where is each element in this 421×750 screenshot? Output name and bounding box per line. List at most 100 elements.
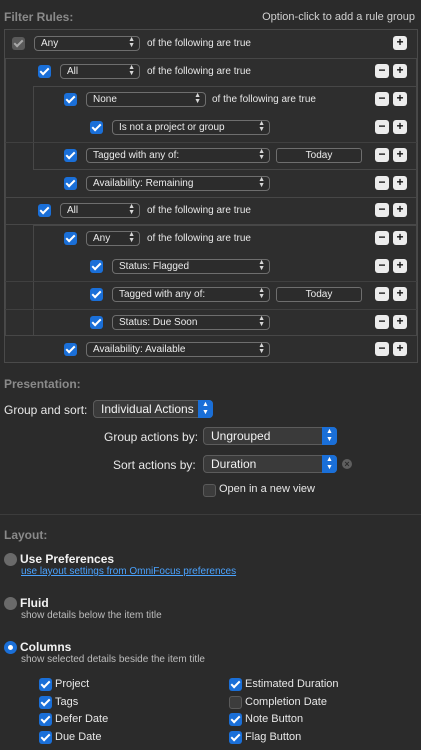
group-and-sort-popup[interactable]: Individual Actions ▲ ▼ [93, 400, 213, 418]
divider [5, 281, 417, 282]
sort-actions-popup[interactable]: Duration ▲ ▼ [203, 455, 337, 473]
group-actions-label: Group actions by: [104, 430, 199, 444]
remove-rule-button[interactable]: − [375, 148, 389, 162]
add-rule-button[interactable]: + [393, 315, 407, 329]
popup-arrows-icon: ▲ ▼ [128, 36, 135, 49]
popup-arrows-icon: ▲ ▼ [258, 315, 265, 328]
column-estimated-duration-checkbox[interactable] [229, 678, 242, 691]
remove-rule-button[interactable]: − [375, 231, 389, 245]
popup-arrows-icon: ▲ ▼ [198, 400, 213, 418]
rule-any-popup[interactable]: Any ▲ ▼ [86, 231, 140, 246]
rule-tagged-popup[interactable]: Tagged with any of: ▲ ▼ [112, 287, 270, 302]
rule-all-popup[interactable]: All ▲ ▼ [60, 203, 140, 218]
rule-root-checkbox[interactable] [12, 37, 25, 50]
rule-not-project-checkbox[interactable] [90, 121, 103, 134]
popup-arrows-icon: ▲ ▼ [258, 259, 265, 272]
rule-availability-checkbox[interactable] [64, 177, 77, 190]
add-rule-button[interactable]: + [393, 176, 407, 190]
remove-rule-button[interactable]: − [375, 315, 389, 329]
rule-all-checkbox[interactable] [38, 65, 51, 78]
add-rule-button[interactable]: + [393, 203, 407, 217]
use-preferences-link[interactable]: use layout settings from OmniFocus prefe… [21, 566, 236, 577]
add-rule-button[interactable]: + [393, 36, 407, 50]
rule-none-popup[interactable]: None ▲ ▼ [86, 92, 206, 107]
rule-due-soon-popup[interactable]: Status: Due Soon ▲ ▼ [112, 315, 270, 330]
columns-title: Columns [20, 640, 72, 654]
rule-any-checkbox[interactable] [64, 232, 77, 245]
tag-field[interactable]: Today [276, 148, 362, 163]
column-tags-checkbox[interactable] [39, 696, 52, 709]
rule-all-checkbox[interactable] [38, 204, 51, 217]
remove-rule-button[interactable]: − [375, 203, 389, 217]
tag-field[interactable]: Today [276, 287, 362, 302]
rule-all-text: of the following are true [147, 66, 251, 77]
popup-value: Is not a project or group [119, 122, 225, 133]
popup-value: None [93, 94, 117, 105]
remove-rule-button[interactable]: − [375, 259, 389, 273]
column-flag-button-checkbox[interactable] [229, 731, 242, 744]
add-rule-button[interactable]: + [393, 342, 407, 356]
rule-tagged-checkbox[interactable] [64, 149, 77, 162]
column-note-button-checkbox[interactable] [229, 713, 242, 726]
remove-rule-button[interactable]: − [375, 92, 389, 106]
rule-availability-popup[interactable]: Availability: Remaining ▲ ▼ [86, 176, 270, 191]
clear-sort-icon[interactable]: × [342, 459, 352, 469]
open-new-view-label: Open in a new view [219, 483, 315, 495]
add-rule-button[interactable]: + [393, 231, 407, 245]
popup-value: Duration [211, 457, 257, 471]
fluid-radio[interactable] [4, 597, 17, 610]
presentation-title: Presentation: [4, 377, 81, 391]
rule-tagged-popup[interactable]: Tagged with any of: ▲ ▼ [86, 148, 270, 163]
column-due-date-checkbox[interactable] [39, 731, 52, 744]
popup-arrows-icon: ▲ ▼ [258, 287, 265, 300]
popup-value: Availability: Remaining [93, 178, 194, 189]
rule-not-project-popup[interactable]: Is not a project or group ▲ ▼ [112, 120, 270, 135]
remove-rule-button[interactable]: − [375, 342, 389, 356]
remove-rule-button[interactable]: − [375, 120, 389, 134]
add-rule-button[interactable]: + [393, 64, 407, 78]
column-completion-date-checkbox[interactable] [229, 696, 242, 709]
column-due-date-label: Due Date [55, 731, 102, 743]
column-completion-date-label: Completion Date [245, 696, 327, 708]
add-rule-button[interactable]: + [393, 148, 407, 162]
popup-value: Tagged with any of: [93, 150, 180, 161]
rule-flagged-checkbox[interactable] [90, 260, 103, 273]
rule-none-checkbox[interactable] [64, 93, 77, 106]
column-defer-date-label: Defer Date [55, 713, 109, 725]
popup-arrows-icon: ▲ ▼ [128, 64, 135, 77]
columns-subtitle: show selected details beside the item ti… [21, 654, 205, 665]
group-and-sort-label: Group and sort: [4, 403, 88, 417]
column-project-checkbox[interactable] [39, 678, 52, 691]
popup-arrows-icon: ▲ ▼ [258, 148, 265, 161]
columns-radio[interactable] [4, 641, 17, 654]
add-rule-button[interactable]: + [393, 287, 407, 301]
rule-root-text: of the following are true [147, 38, 251, 49]
remove-rule-button[interactable]: − [375, 176, 389, 190]
open-new-view-checkbox[interactable] [203, 484, 216, 497]
column-tags-label: Tags [55, 696, 79, 708]
rule-due-soon-checkbox[interactable] [90, 316, 103, 329]
rule-all-popup[interactable]: All ▲ ▼ [60, 64, 140, 79]
add-rule-button[interactable]: + [393, 92, 407, 106]
rule-root-popup[interactable]: Any ▲ ▼ [34, 36, 140, 51]
rule-none-text: of the following are true [212, 94, 316, 105]
use-preferences-radio[interactable] [4, 553, 17, 566]
rule-any-text: of the following are true [147, 233, 251, 244]
column-note-button-label: Note Button [245, 713, 304, 725]
popup-arrows-icon: ▲ ▼ [128, 231, 135, 244]
remove-rule-button[interactable]: − [375, 287, 389, 301]
sort-actions-label: Sort actions by: [113, 458, 196, 472]
remove-rule-button[interactable]: − [375, 64, 389, 78]
group-actions-popup[interactable]: Ungrouped ▲ ▼ [203, 427, 337, 445]
add-rule-button[interactable]: + [393, 259, 407, 273]
popup-arrows-icon: ▲ ▼ [258, 342, 265, 355]
column-defer-date-checkbox[interactable] [39, 713, 52, 726]
popup-arrows-icon: ▲ ▼ [128, 203, 135, 216]
rule-flagged-popup[interactable]: Status: Flagged ▲ ▼ [112, 259, 270, 274]
popup-value: Availability: Available [93, 344, 186, 355]
column-flag-button-label: Flag Button [245, 731, 302, 743]
rule-tagged-checkbox[interactable] [90, 288, 103, 301]
add-rule-button[interactable]: + [393, 120, 407, 134]
rule-available-popup[interactable]: Availability: Available ▲ ▼ [86, 342, 270, 357]
rule-available-checkbox[interactable] [64, 343, 77, 356]
